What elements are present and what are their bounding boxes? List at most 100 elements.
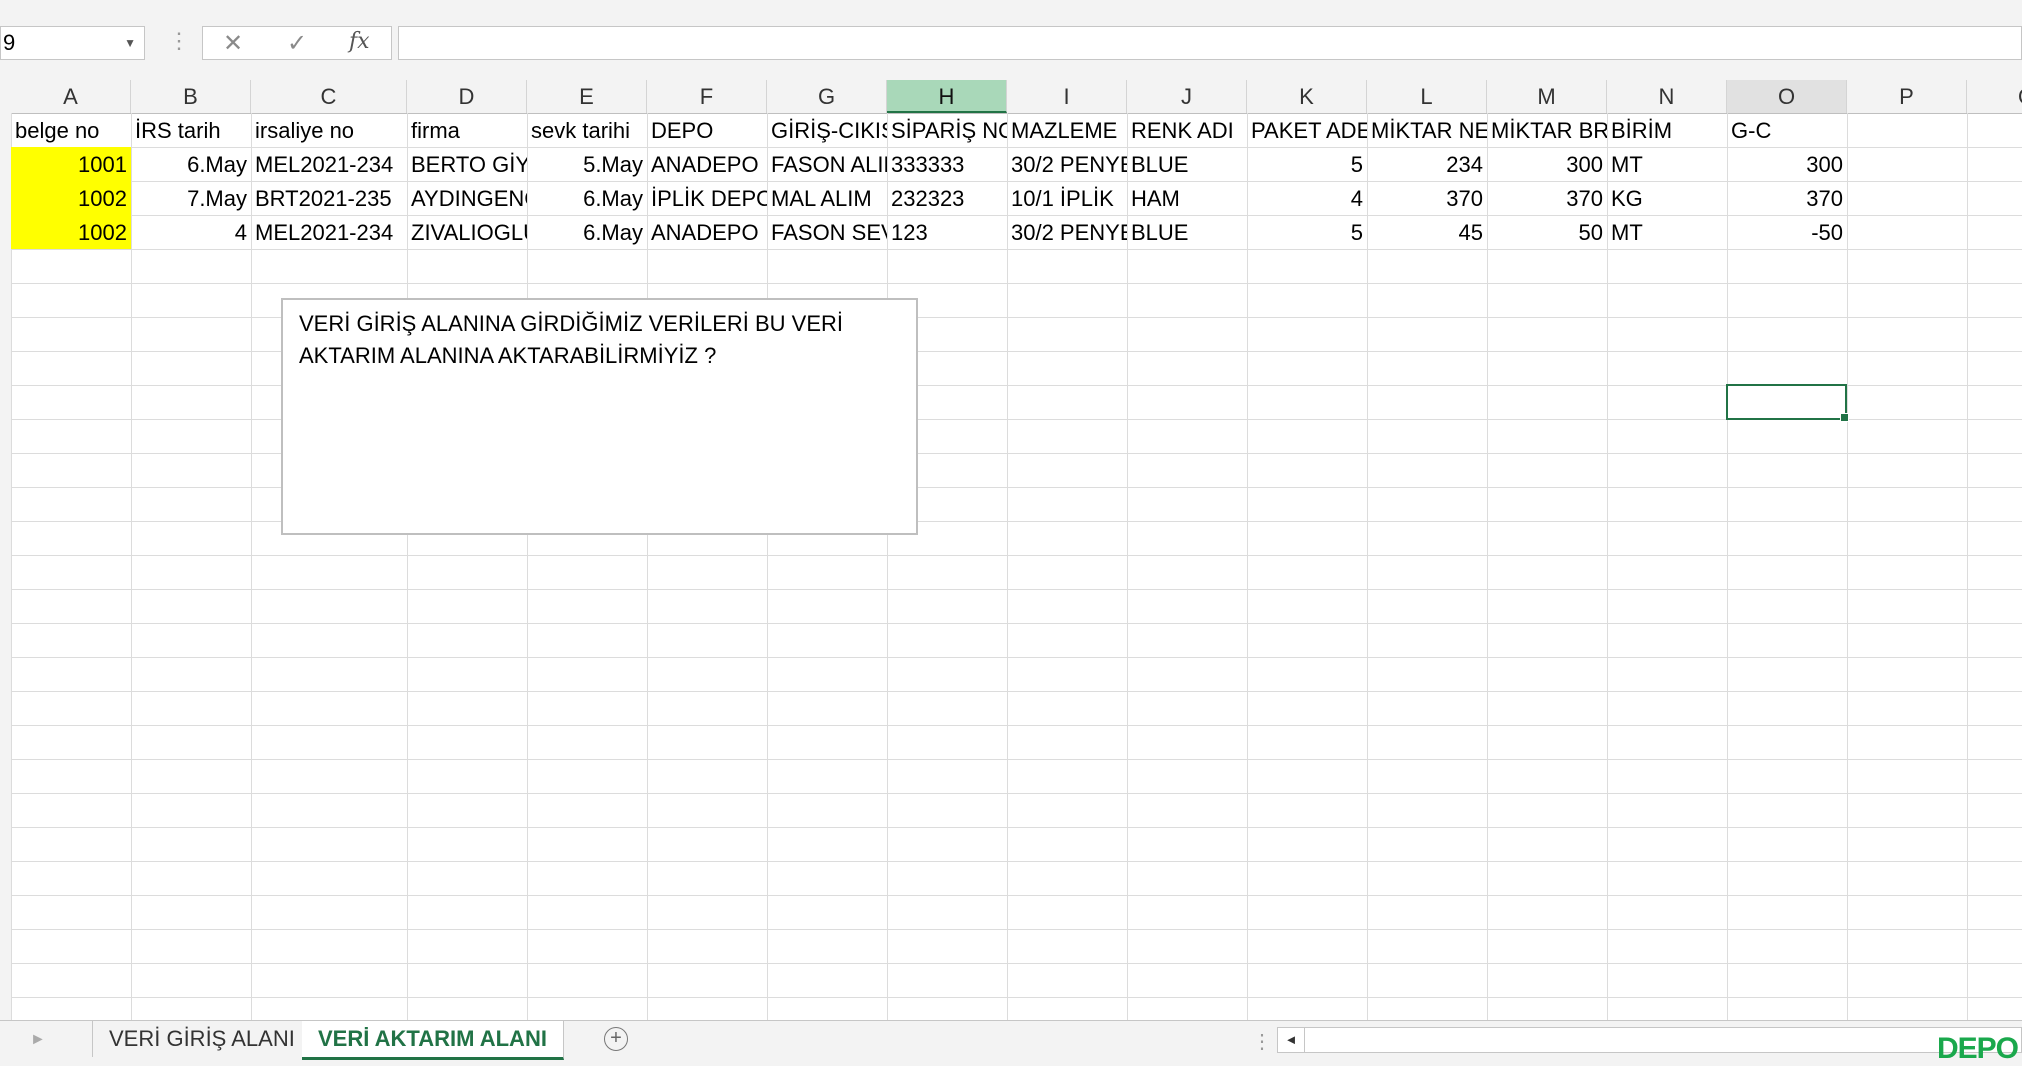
- header-cell-h[interactable]: SİPARİŞ NO: [887, 113, 1007, 147]
- column-header-p[interactable]: P: [1847, 80, 1967, 113]
- data-cell-k3[interactable]: 4: [1247, 181, 1367, 215]
- scroll-tabs-right-icon[interactable]: ►: [30, 1031, 46, 1049]
- column-header-q[interactable]: Q: [1967, 80, 2022, 113]
- scroll-left-icon[interactable]: ◄: [1278, 1028, 1305, 1052]
- column-header-j[interactable]: J: [1127, 80, 1247, 113]
- data-cell-h3[interactable]: 232323: [887, 181, 1007, 215]
- text-box-shape[interactable]: VERİ GİRİŞ ALANINA GİRDİĞİMİZ VERİLERİ B…: [281, 298, 918, 535]
- header-cell-g[interactable]: GİRİŞ-CIKIS: [767, 113, 887, 147]
- data-cell-j2[interactable]: BLUE: [1127, 147, 1247, 181]
- data-cell-f3[interactable]: İPLİK DEPO: [647, 181, 767, 215]
- gridlines: [11, 113, 2022, 1020]
- column-header-h[interactable]: H: [887, 80, 1007, 113]
- header-cell-a[interactable]: belge no: [11, 113, 131, 147]
- name-box-dropdown-icon[interactable]: ▼: [124, 27, 136, 59]
- column-header-d[interactable]: D: [407, 80, 527, 113]
- data-cell-e3[interactable]: 6.May: [527, 181, 647, 215]
- column-header-a[interactable]: A: [11, 80, 131, 113]
- data-cell-a2[interactable]: 1001: [11, 147, 131, 181]
- data-cell-f2[interactable]: ANADEPO: [647, 147, 767, 181]
- text-box-line-1: VERİ GİRİŞ ALANINA GİRDİĞİMİZ VERİLERİ B…: [299, 311, 844, 336]
- data-cell-c4[interactable]: MEL2021-234: [251, 215, 407, 249]
- header-cell-m[interactable]: MİKTAR BRÜT: [1487, 113, 1607, 147]
- column-header-b[interactable]: B: [131, 80, 251, 113]
- column-header-o[interactable]: O: [1727, 80, 1847, 113]
- name-box[interactable]: 9 ▼: [0, 26, 145, 60]
- data-cell-d2[interactable]: BERTO GİYİM: [407, 147, 527, 181]
- add-sheet-icon[interactable]: +: [604, 1027, 628, 1051]
- data-cell-a3[interactable]: 1002: [11, 181, 131, 215]
- tab-veri-aktarim-alani[interactable]: VERİ AKTARIM ALANI: [302, 1021, 564, 1060]
- data-cell-l4[interactable]: 45: [1367, 215, 1487, 249]
- data-cell-f4[interactable]: ANADEPO: [647, 215, 767, 249]
- data-cell-j4[interactable]: BLUE: [1127, 215, 1247, 249]
- data-cell-h4[interactable]: 123: [887, 215, 1007, 249]
- data-cell-m3[interactable]: 370: [1487, 181, 1607, 215]
- header-cell-j[interactable]: RENK ADI: [1127, 113, 1247, 147]
- data-cell-k2[interactable]: 5: [1247, 147, 1367, 181]
- column-header-e[interactable]: E: [527, 80, 647, 113]
- header-cell-k[interactable]: PAKET ADET: [1247, 113, 1367, 147]
- data-cell-i2[interactable]: 30/2 PENYE: [1007, 147, 1127, 181]
- data-cell-l3[interactable]: 370: [1367, 181, 1487, 215]
- data-cell-c3[interactable]: BRT2021-235: [251, 181, 407, 215]
- header-cell-e[interactable]: sevk tarihi: [527, 113, 647, 147]
- worksheet-grid[interactable]: belge no İRS tarih irsaliye no firma sevk ta…: [0, 113, 2022, 1020]
- formula-bar-grip-icon[interactable]: ⋮: [168, 28, 190, 54]
- text-box-line-2: AKTARIM ALANINA AKTARABİLİRMİYİZ ?: [299, 343, 717, 368]
- header-cell-n[interactable]: BİRİM: [1607, 113, 1727, 147]
- horizontal-scrollbar[interactable]: ◄: [1277, 1027, 2022, 1053]
- header-cell-f[interactable]: DEPO: [647, 113, 767, 147]
- data-cell-n4[interactable]: MT: [1607, 215, 1727, 249]
- header-cell-l[interactable]: MİKTAR NET: [1367, 113, 1487, 147]
- data-cell-n2[interactable]: MT: [1607, 147, 1727, 181]
- header-cell-i[interactable]: MAZLEME: [1007, 113, 1127, 147]
- column-header-n[interactable]: N: [1607, 80, 1727, 113]
- tab-veri-giris-alani[interactable]: VERİ GİRİŞ ALANI: [92, 1021, 312, 1057]
- header-cell-b[interactable]: İRS tarih: [131, 113, 251, 147]
- data-cell-b3[interactable]: 7.May: [131, 181, 251, 215]
- data-cell-d4[interactable]: ZIVALIOGLU: [407, 215, 527, 249]
- column-header-m[interactable]: M: [1487, 80, 1607, 113]
- data-cell-e4[interactable]: 6.May: [527, 215, 647, 249]
- data-cell-c2[interactable]: MEL2021-234: [251, 147, 407, 181]
- fill-handle[interactable]: [1840, 413, 1849, 422]
- sheet-tab-bar: ► VERİ GİRİŞ ALANI VERİ AKTARIM ALANI + …: [0, 1020, 2022, 1066]
- data-cell-h2[interactable]: 333333: [887, 147, 1007, 181]
- tab-splitter-icon[interactable]: ⋮: [1252, 1029, 1272, 1054]
- data-cell-l2[interactable]: 234: [1367, 147, 1487, 181]
- header-cell-d[interactable]: firma: [407, 113, 527, 147]
- column-header-l[interactable]: L: [1367, 80, 1487, 113]
- active-cell-cursor[interactable]: [1726, 384, 1849, 422]
- column-header-f[interactable]: F: [647, 80, 767, 113]
- column-header-k[interactable]: K: [1247, 80, 1367, 113]
- data-cell-m2[interactable]: 300: [1487, 147, 1607, 181]
- data-cell-a4[interactable]: 1002: [11, 215, 131, 249]
- data-cell-g2[interactable]: FASON ALIM: [767, 147, 887, 181]
- data-cell-d3[interactable]: AYDINGENÇ: [407, 181, 527, 215]
- data-cell-o2[interactable]: 300: [1727, 147, 1847, 181]
- column-header-c[interactable]: C: [251, 80, 407, 113]
- data-cell-b4[interactable]: 4: [131, 215, 251, 249]
- enter-icon[interactable]: ✓: [287, 29, 307, 58]
- data-cell-i3[interactable]: 10/1 İPLİK: [1007, 181, 1127, 215]
- data-cell-g3[interactable]: MAL ALIM: [767, 181, 887, 215]
- cancel-icon[interactable]: ✕: [223, 29, 243, 58]
- data-cell-g4[interactable]: FASON SEVK: [767, 215, 887, 249]
- header-cell-c[interactable]: irsaliye no: [251, 113, 407, 147]
- data-cell-o3[interactable]: 370: [1727, 181, 1847, 215]
- data-cell-n3[interactable]: KG: [1607, 181, 1727, 215]
- data-cell-b2[interactable]: 6.May: [131, 147, 251, 181]
- insert-function-icon[interactable]: fx: [349, 29, 370, 54]
- data-cell-o4[interactable]: -50: [1727, 215, 1847, 249]
- column-header-i[interactable]: I: [1007, 80, 1127, 113]
- formula-input[interactable]: [398, 26, 2022, 60]
- formula-bar-buttons: ✕ ✓ fx: [202, 26, 392, 60]
- data-cell-i4[interactable]: 30/2 PENYE: [1007, 215, 1127, 249]
- data-cell-k4[interactable]: 5: [1247, 215, 1367, 249]
- column-header-g[interactable]: G: [767, 80, 887, 113]
- data-cell-j3[interactable]: HAM: [1127, 181, 1247, 215]
- data-cell-m4[interactable]: 50: [1487, 215, 1607, 249]
- data-cell-e2[interactable]: 5.May: [527, 147, 647, 181]
- header-cell-o[interactable]: G-C: [1727, 113, 1847, 147]
